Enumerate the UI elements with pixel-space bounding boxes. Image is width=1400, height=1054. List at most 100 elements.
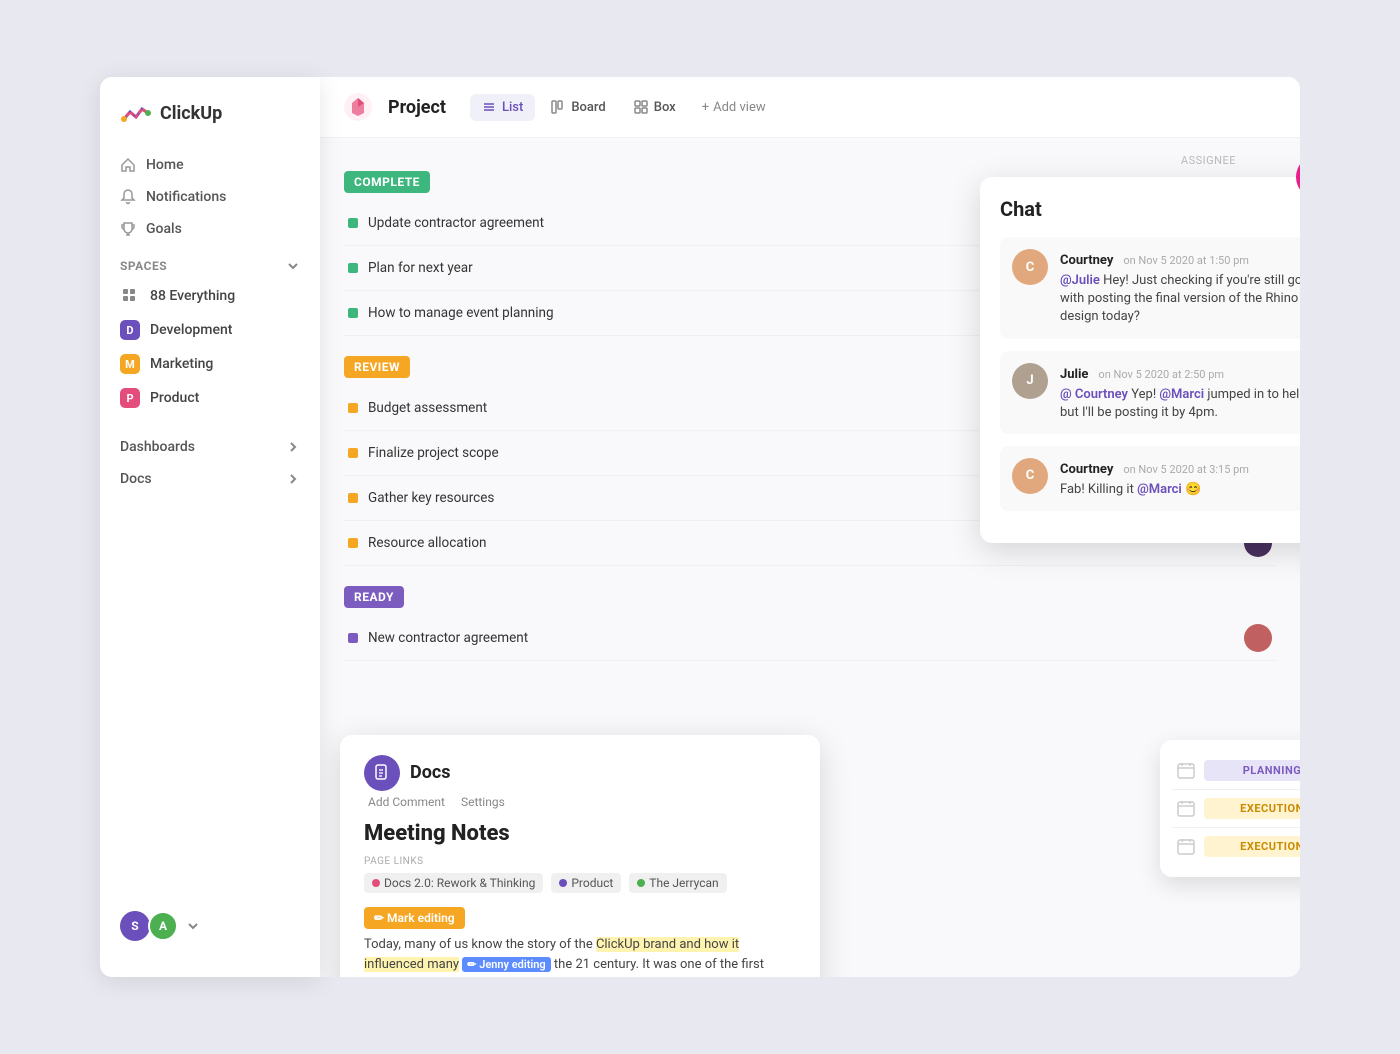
add-view-label: Add view: [713, 100, 766, 115]
review-section-badge: REVIEW: [344, 356, 410, 378]
chat-text-2: @ Courtney Yep! @Marci jumped in to help…: [1060, 386, 1300, 422]
sidebar-item-goals[interactable]: Goals: [110, 213, 310, 245]
page-link-dot-jerrycan: [637, 879, 645, 887]
chat-message-2: J Julie on Nov 5 2020 at 2:50 pm @ Court…: [1000, 351, 1300, 434]
task-status-dot: [348, 218, 358, 228]
calendar-icon-2: [1176, 799, 1196, 819]
sidebar-item-notifications[interactable]: Notifications: [110, 181, 310, 213]
product-label: Product: [150, 390, 199, 406]
clickup-logo-icon: [120, 97, 152, 129]
task-status-dot: [348, 448, 358, 458]
chat-body-1: Courtney on Nov 5 2020 at 1:50 pm @Julie…: [1060, 249, 1300, 327]
tab-box-label: Box: [654, 100, 676, 115]
tag-planning: PLANNING: [1204, 760, 1300, 781]
product-space-icon: P: [120, 388, 140, 408]
chat-body-3: Courtney on Nov 5 2020 at 3:15 pm Fab! K…: [1060, 458, 1249, 499]
chat-avatar-courtney2: C: [1012, 458, 1048, 494]
task-status-dot: [348, 633, 358, 643]
development-space-icon: D: [120, 320, 140, 340]
sidebar-item-everything[interactable]: 88 Everything: [100, 279, 320, 313]
sidebar-item-development[interactable]: D Development: [100, 313, 320, 347]
ready-tasks: New contractor agreement: [344, 616, 1276, 661]
add-view-button[interactable]: + Add view: [692, 94, 776, 121]
chevron-right-icon2: [286, 472, 300, 486]
spaces-label: Spaces: [120, 259, 167, 273]
tag-row-2: EXECUTION: [1172, 790, 1300, 828]
sidebar-section2: Dashboards Docs: [100, 431, 320, 495]
everything-grid-icon: [120, 286, 140, 306]
chat-time-1: on Nov 5 2020 at 1:50 pm: [1123, 254, 1249, 267]
development-label: Development: [150, 322, 232, 338]
docs-actions: Add Comment Settings: [364, 795, 796, 809]
sidebar-item-dashboards[interactable]: Dashboards: [110, 431, 310, 463]
main-content: Project List Board: [320, 77, 1300, 977]
sidebar-item-product[interactable]: P Product: [100, 381, 320, 415]
sidebar: ClickUp Home Notifications: [100, 77, 320, 977]
everything-label: 88 Everything: [150, 288, 235, 304]
tag-execution-1: EXECUTION: [1204, 798, 1300, 819]
document-icon: [373, 764, 391, 782]
sidebar-item-home[interactable]: Home: [110, 149, 310, 181]
task-status-dot: [348, 403, 358, 413]
chat-panel: # Chat C Courtney on Nov 5 2020 at 1:50 …: [980, 177, 1300, 543]
docs-header: Docs: [364, 755, 796, 791]
chat-message-3: C Courtney on Nov 5 2020 at 3:15 pm Fab!…: [1000, 446, 1300, 511]
tab-list-label: List: [502, 100, 523, 115]
calendar-icon-3: [1176, 837, 1196, 857]
mention-marci: @Marci: [1159, 387, 1204, 402]
tab-list[interactable]: List: [470, 94, 535, 121]
page-link-docs[interactable]: Docs 2.0: Rework & Thinking: [364, 873, 543, 893]
settings-link[interactable]: Settings: [461, 795, 505, 809]
sidebar-item-docs[interactable]: Docs: [110, 463, 310, 495]
chat-author-2: Julie: [1060, 367, 1088, 382]
tab-board[interactable]: Board: [539, 94, 617, 121]
task-status-dot: [348, 308, 358, 318]
marketing-space-icon: M: [120, 354, 140, 374]
page-link-docs-label: Docs 2.0: Rework & Thinking: [384, 876, 535, 890]
chat-text-1: @Julie Hey! Just checking if you're stil…: [1060, 272, 1300, 327]
tag-execution-2: EXECUTION: [1204, 836, 1300, 857]
sidebar-item-marketing[interactable]: M Marketing: [100, 347, 320, 381]
page-link-dot-product: [559, 879, 567, 887]
chat-time-2: on Nov 5 2020 at 2:50 pm: [1098, 368, 1224, 381]
right-tags-panel: PLANNING EXECUTION: [1160, 740, 1300, 877]
spaces-section-header: Spaces: [100, 245, 320, 279]
chat-body-2: Julie on Nov 5 2020 at 2:50 pm @ Courtne…: [1060, 363, 1300, 422]
add-comment-link[interactable]: Add Comment: [368, 795, 445, 809]
docs-icon-button[interactable]: [364, 755, 400, 791]
add-view-plus: +: [702, 100, 709, 115]
tag-row-3: EXECUTION: [1172, 828, 1300, 865]
project-title: Project: [388, 97, 446, 118]
task-status-dot: [348, 538, 358, 548]
view-tabs: List Board Box + Add view: [470, 94, 776, 121]
section-ready: READY New contractor agreement: [344, 586, 1276, 661]
logo[interactable]: ClickUp: [100, 97, 320, 149]
page-link-jerrycan[interactable]: The Jerrycan: [629, 873, 726, 893]
page-links: Docs 2.0: Rework & Thinking Product The …: [364, 873, 796, 893]
page-link-dot-docs: [372, 879, 380, 887]
page-link-product-label: Product: [571, 876, 613, 890]
page-link-product[interactable]: Product: [551, 873, 621, 893]
chat-author-3: Courtney: [1060, 462, 1113, 477]
calendar-icon-1: [1176, 761, 1196, 781]
docs-panel: Docs Add Comment Settings Meeting Notes …: [340, 735, 820, 977]
task-status-dot: [348, 263, 358, 273]
task-label: New contractor agreement: [368, 630, 1244, 646]
mark-editing-button[interactable]: ✏ Mark editing: [364, 907, 465, 929]
page-link-jerrycan-label: The Jerrycan: [649, 876, 718, 890]
sidebar-nav: Home Notifications Goals: [100, 149, 320, 245]
mention-marci2: @Marci: [1137, 482, 1182, 497]
docs-label: Docs: [120, 471, 152, 487]
sidebar-notifications-label: Notifications: [146, 189, 226, 205]
chat-avatar-courtney1: C: [1012, 249, 1048, 285]
user-avatar-s[interactable]: S: [120, 911, 150, 941]
tab-box[interactable]: Box: [622, 94, 688, 121]
chevron-down-icon2: [186, 919, 200, 933]
home-icon: [120, 157, 136, 173]
tag-row-1: PLANNING: [1172, 752, 1300, 790]
sidebar-bottom: S A: [100, 895, 320, 957]
docs-title: Docs: [410, 762, 450, 783]
sidebar-home-label: Home: [146, 157, 184, 173]
user-avatar-a[interactable]: A: [148, 911, 178, 941]
table-row[interactable]: New contractor agreement: [344, 616, 1276, 661]
